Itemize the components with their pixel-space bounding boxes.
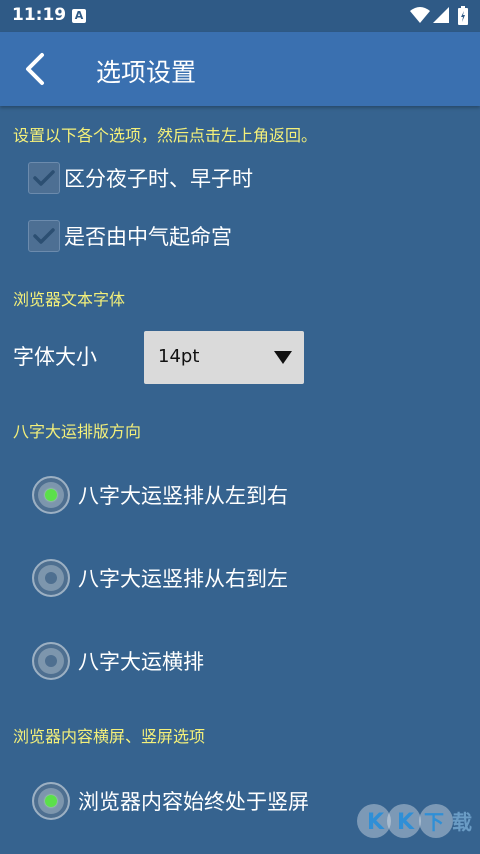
- svg-text:K: K: [367, 810, 385, 835]
- status-bar: 11:19 A: [0, 0, 480, 32]
- font-size-dropdown[interactable]: 14pt: [144, 331, 304, 384]
- checkbox-label-zhongqi: 是否由中气起命宫: [64, 225, 232, 249]
- checkmark-icon: [33, 228, 55, 244]
- radio-always-portrait[interactable]: [32, 782, 70, 820]
- radio-dot: [45, 655, 57, 667]
- checkmark-icon: [33, 170, 55, 186]
- page-title: 选项设置: [96, 58, 197, 87]
- radio-dot: [45, 795, 57, 807]
- app-bar: 选项设置: [0, 32, 480, 106]
- font-size-label: 字体大小: [13, 345, 97, 369]
- radio-label-vertical-ltr: 八字大运竖排从左到右: [78, 484, 288, 508]
- svg-text:下: 下: [424, 810, 444, 834]
- dropdown-arrow-icon: [274, 351, 292, 364]
- radio-label-vertical-rtl: 八字大运竖排从右到左: [78, 567, 288, 591]
- checkbox-row-zhongqi[interactable]: 是否由中气起命宫: [28, 217, 232, 255]
- radio-vertical-ltr[interactable]: [32, 476, 70, 514]
- radio-horizontal[interactable]: [32, 642, 70, 680]
- radio-dot: [45, 572, 57, 584]
- battery-icon: [458, 6, 468, 25]
- section-header-browser-font: 浏览器文本字体: [13, 290, 126, 309]
- radio-label-horizontal: 八字大运横排: [78, 650, 204, 674]
- back-arrow-icon[interactable]: [20, 52, 54, 86]
- notification-a-icon: A: [72, 9, 86, 23]
- radio-row-always-portrait[interactable]: 浏览器内容始终处于竖屏: [32, 780, 309, 822]
- radio-row-horizontal[interactable]: 八字大运横排: [32, 640, 204, 682]
- font-size-value: 14pt: [158, 346, 200, 367]
- section-header-layout-direction: 八字大运排版方向: [13, 422, 142, 441]
- svg-text:K: K: [397, 810, 415, 835]
- signal-icon: [433, 7, 449, 23]
- section-header-orientation: 浏览器内容横屏、竖屏选项: [13, 727, 206, 746]
- instruction-text: 设置以下各个选项，然后点击左上角返回。: [13, 126, 318, 145]
- status-time: 11:19: [12, 5, 67, 25]
- radio-row-vertical-ltr[interactable]: 八字大运竖排从左到右: [32, 474, 288, 516]
- checkbox-row-night-zi[interactable]: 区分夜子时、早子时: [28, 159, 253, 197]
- checkbox-night-zi[interactable]: [28, 162, 60, 194]
- radio-dot: [45, 489, 57, 501]
- checkbox-zhongqi[interactable]: [28, 220, 60, 252]
- svg-text:载: 载: [452, 810, 472, 834]
- wifi-icon: [410, 7, 430, 23]
- checkbox-label-night-zi: 区分夜子时、早子时: [64, 167, 253, 191]
- radio-vertical-rtl[interactable]: [32, 559, 70, 597]
- radio-label-always-portrait: 浏览器内容始终处于竖屏: [78, 790, 309, 814]
- kk-watermark-logo: K K 下 载: [357, 804, 472, 838]
- radio-row-vertical-rtl[interactable]: 八字大运竖排从右到左: [32, 557, 288, 599]
